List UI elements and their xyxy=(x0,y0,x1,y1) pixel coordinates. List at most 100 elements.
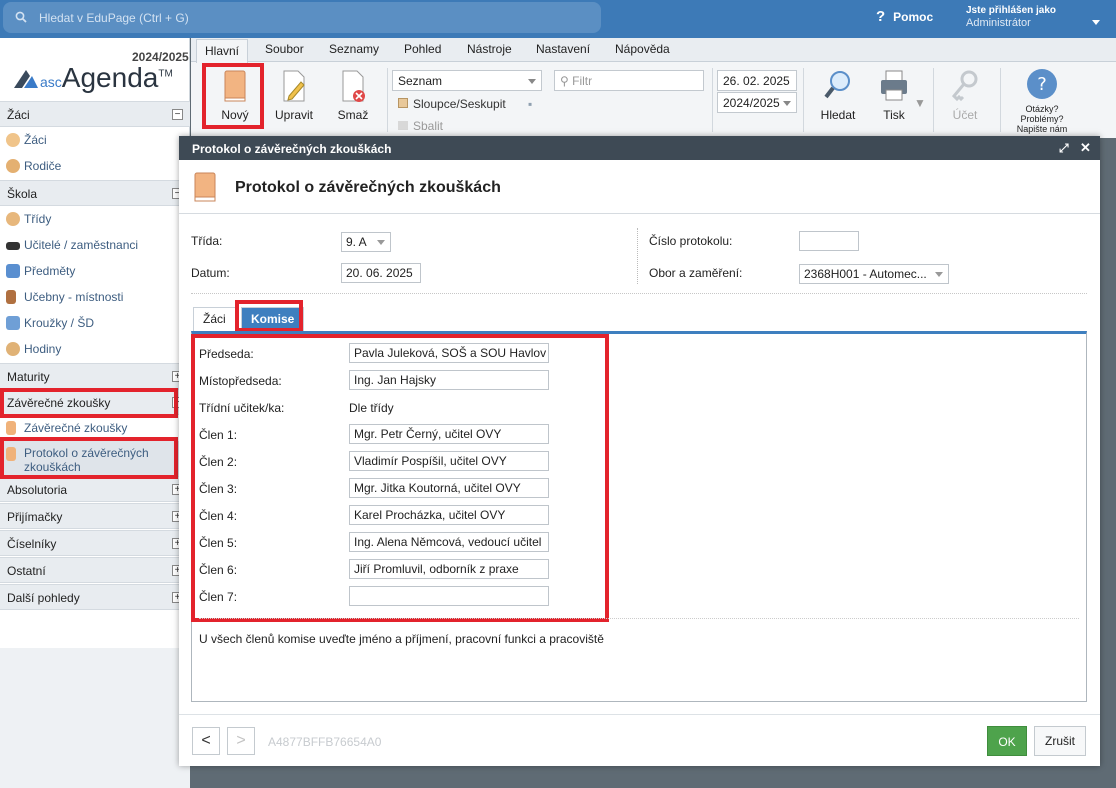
tab-hlavni[interactable]: Hlavní xyxy=(196,39,249,63)
section-skola[interactable]: Škola − xyxy=(0,180,190,206)
expand-icon[interactable]: ⤢ xyxy=(1059,141,1069,156)
search-box[interactable]: Hledat v EduPage (Ctrl + G) xyxy=(3,2,601,33)
app-logo: 2024/2025 ascAgendaTM xyxy=(10,48,190,108)
top-bar: Hledat v EduPage (Ctrl + G) ? Pomoc Jste … xyxy=(0,0,1116,38)
committee-note: U všech členů komise uveďte jméno a příj… xyxy=(199,632,604,646)
delete-document-icon xyxy=(342,70,365,102)
user-name: Administrátor xyxy=(966,17,1031,29)
edit-button[interactable]: Upravit xyxy=(271,68,317,122)
filter-input[interactable]: ⚲ Filtr xyxy=(554,70,704,91)
divider xyxy=(199,618,1079,619)
dialog-header: Protokol o závěrečných zkouškách xyxy=(179,160,1100,214)
questions-button[interactable]: ? Otázky? Problémy? Napište nám xyxy=(1006,68,1078,134)
user-prefix: Jste přihlášen jako xyxy=(966,5,1057,16)
prev-record-button[interactable]: < xyxy=(192,727,220,755)
print-label: Tisk xyxy=(883,108,905,122)
view-select[interactable]: Seznam xyxy=(392,70,542,91)
collapse-toggle[interactable]: − xyxy=(172,109,183,120)
field-of-study-select[interactable]: 2368H001 - Automec... xyxy=(799,264,949,284)
save-icon[interactable]: ▪ xyxy=(528,97,532,111)
question-circle-icon: ? xyxy=(1027,69,1057,99)
sidebar-item-hodiny[interactable]: Hodiny xyxy=(0,336,190,362)
dialog-footer: < > A4877BFFB76654A0 OK Zrušit xyxy=(179,714,1100,766)
dialog-title: Protokol o závěrečných zkouškách xyxy=(192,142,392,156)
chevron-down-icon xyxy=(377,240,385,245)
protocol-dialog: Protokol o závěrečných zkouškách ⤢ ✕ Pro… xyxy=(179,136,1100,766)
search-placeholder: Hledat v EduPage (Ctrl + G) xyxy=(39,11,189,25)
tab-soubor[interactable]: Soubor xyxy=(265,42,304,56)
sidebar-item-rodice[interactable]: Rodiče xyxy=(0,153,190,179)
section-ciselniky[interactable]: Číselníky + xyxy=(0,530,190,556)
protocol-number-input[interactable] xyxy=(799,231,859,251)
columns-button[interactable]: Sloupce/Seskupit xyxy=(398,97,506,111)
sidebar-item-ucitele[interactable]: Učitelé / zaměstnanci xyxy=(0,232,190,258)
sidebar-empty-area xyxy=(0,648,190,788)
close-icon[interactable]: ✕ xyxy=(1080,140,1091,156)
sidebar-item-krouzky[interactable]: Kroužky / ŠD xyxy=(0,310,190,336)
key-icon xyxy=(951,70,978,102)
field-of-study-label: Obor a zaměření: xyxy=(649,266,743,280)
questions-label: Otázky? Problémy? Napište nám xyxy=(1016,104,1068,134)
protocol-number-label: Číslo protokolu: xyxy=(649,234,733,248)
dialog-titlebar: Protokol o závěrečných zkouškách ⤢ ✕ xyxy=(179,136,1100,160)
section-zaci[interactable]: Žáci − xyxy=(0,101,190,127)
ribbon-tabs: Hlavní Soubor Seznamy Pohled Nástroje Na… xyxy=(191,38,1116,63)
edit-label: Upravit xyxy=(274,108,313,122)
book-icon xyxy=(6,421,16,435)
section-absolutoria[interactable]: Absolutoria + xyxy=(0,476,190,502)
delete-label: Smaž xyxy=(337,108,369,122)
record-id: A4877BFFB76654A0 xyxy=(268,735,382,749)
delete-button[interactable]: Smaž xyxy=(331,68,375,122)
student-icon xyxy=(6,133,20,147)
section-ostatni[interactable]: Ostatní + xyxy=(0,557,190,583)
section-dalsi-pohledy[interactable]: Další pohledy + xyxy=(0,584,190,610)
date-input[interactable]: 20. 06. 2025 xyxy=(341,263,421,283)
section-prijimacky[interactable]: Přijímačky + xyxy=(0,503,190,529)
cancel-button[interactable]: Zrušit xyxy=(1034,726,1086,756)
print-button[interactable]: Tisk xyxy=(877,68,911,122)
chevron-down-icon[interactable] xyxy=(1092,20,1100,25)
sidebar-item-ucebny[interactable]: Učebny - místnosti xyxy=(0,284,190,310)
svg-text:?: ? xyxy=(1037,74,1047,95)
magnifier-icon xyxy=(824,71,850,99)
section-maturity[interactable]: Maturity + xyxy=(0,363,190,389)
help-label: Pomoc xyxy=(893,10,934,24)
sidebar-item-tridy[interactable]: Třídy xyxy=(0,206,190,232)
tab-seznamy[interactable]: Seznamy xyxy=(329,42,379,56)
sidebar-item-predmety[interactable]: Předměty xyxy=(0,258,190,284)
highlight-box xyxy=(0,437,178,479)
date-label: Datum: xyxy=(191,266,230,280)
graduation-cap-icon xyxy=(6,242,20,250)
tab-napoveda[interactable]: Nápověda xyxy=(615,42,670,56)
lessons-icon xyxy=(6,342,20,356)
logo-mark-icon xyxy=(14,70,38,88)
highlight-box xyxy=(191,334,609,622)
door-icon xyxy=(6,290,16,304)
collapse-button: Sbalit xyxy=(398,119,443,133)
user-menu[interactable]: Jste přihlášen jako Administrátor xyxy=(966,4,1056,30)
chevron-down-icon xyxy=(783,101,791,106)
ribbon-separator xyxy=(933,68,934,132)
printer-icon xyxy=(881,70,907,101)
class-icon xyxy=(6,212,20,226)
ribbon-separator xyxy=(712,68,713,132)
tab-nastroje[interactable]: Nástroje xyxy=(467,42,512,56)
tab-nastaveni[interactable]: Nastavení xyxy=(536,42,590,56)
subject-icon xyxy=(6,264,20,278)
class-select[interactable]: 9. A xyxy=(341,232,391,252)
print-dropdown-icon[interactable]: ▼ xyxy=(914,96,926,110)
ok-button[interactable]: OK xyxy=(987,726,1027,756)
tab-zaci[interactable]: Žáci xyxy=(193,307,236,331)
year-select[interactable]: 2024/2025 xyxy=(717,92,797,113)
tab-pohled[interactable]: Pohled xyxy=(404,42,441,56)
sidebar-item-zaci[interactable]: Žáci xyxy=(0,127,190,153)
find-button[interactable]: Hledat xyxy=(815,68,861,122)
date-field[interactable]: 26. 02. 2025 xyxy=(717,70,797,91)
help-button[interactable]: ? Pomoc xyxy=(876,8,933,25)
class-label: Třída: xyxy=(191,234,223,248)
edit-document-icon xyxy=(283,70,305,102)
dialog-heading: Protokol o závěrečných zkouškách xyxy=(235,179,501,196)
next-record-button[interactable]: > xyxy=(227,727,255,755)
folder-icon xyxy=(398,121,408,130)
divider xyxy=(191,293,1087,294)
